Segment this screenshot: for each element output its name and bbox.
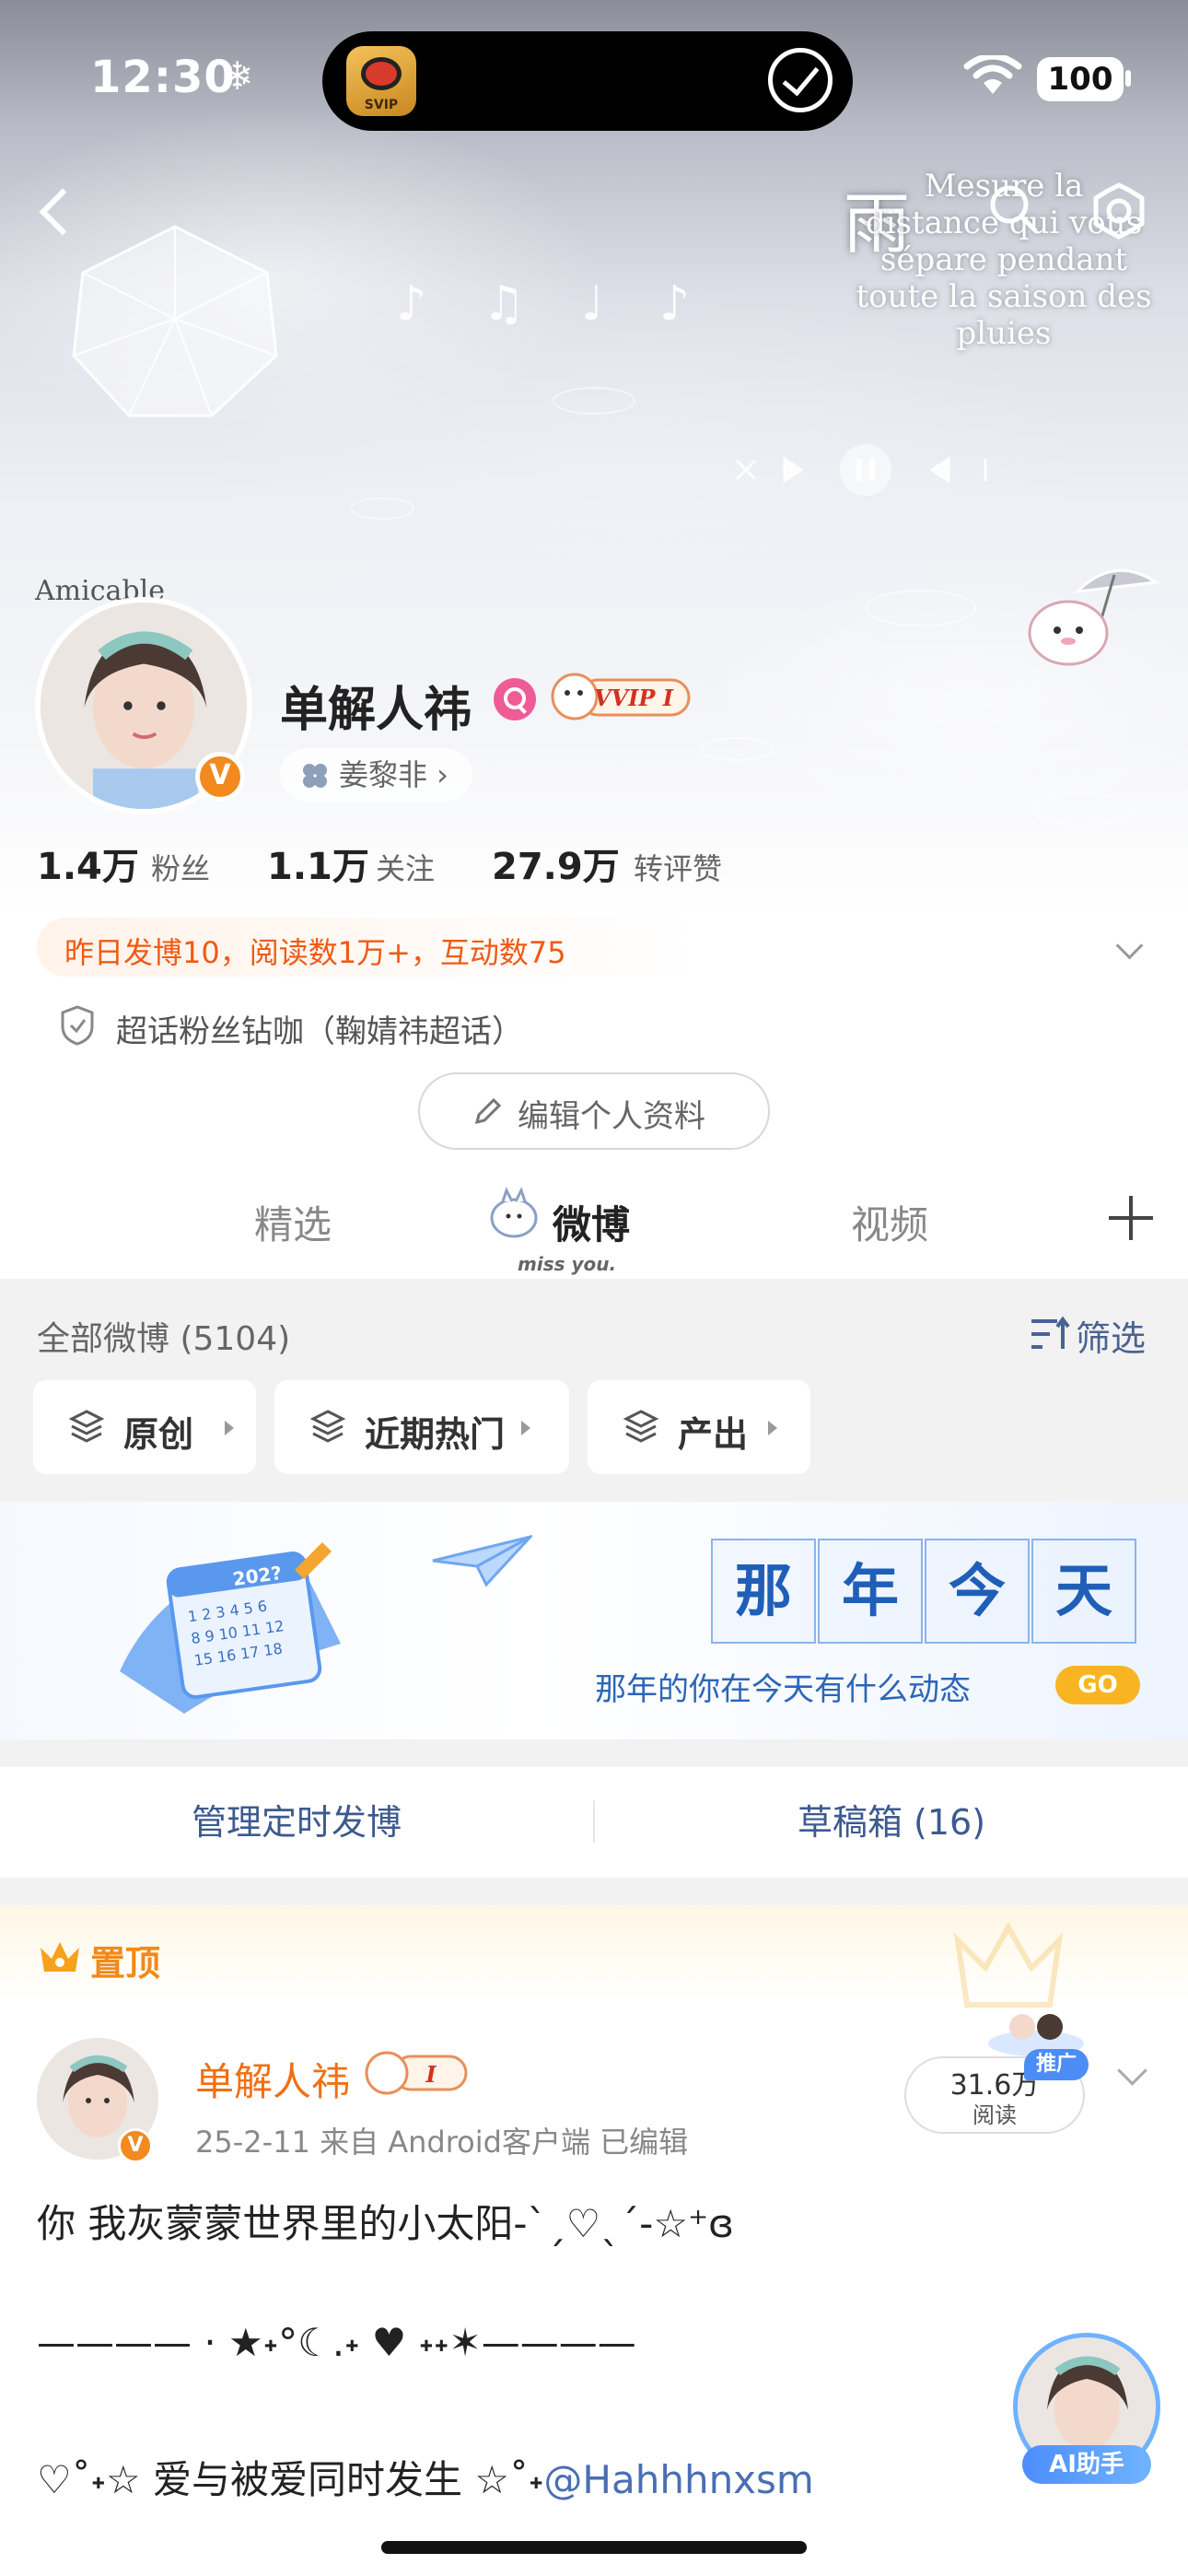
back-button[interactable] bbox=[26, 184, 81, 240]
post-text-line: ———— · ★˖°☾.˖ ♥ ˖˖✶———— bbox=[37, 2320, 636, 2365]
chip-original[interactable]: 原创 bbox=[33, 1380, 256, 1474]
chip-label: 产出 bbox=[678, 1414, 749, 1455]
gear-icon[interactable] bbox=[1089, 181, 1149, 241]
ai-assistant-label[interactable]: AI助手 bbox=[1022, 2445, 1151, 2484]
read-label: 阅读 bbox=[973, 2102, 1017, 2128]
home-indicator[interactable] bbox=[381, 2541, 807, 2554]
post-text-line: ♡˚˖☆ 爱与被爱同时发生 ☆˚˖@Hahhhnxsm bbox=[37, 2449, 814, 2505]
lyric-line: toute la saison des bbox=[856, 278, 1152, 315]
manage-scheduled-posts-button[interactable]: 管理定时发博 bbox=[0, 1767, 593, 1878]
chaohua-rank[interactable]: 超话粉丝钻咖（鞠婧祎超话） bbox=[116, 1006, 523, 1051]
rain-ripple bbox=[700, 737, 774, 761]
chip-label: 近期热门 bbox=[365, 1414, 506, 1455]
music-controls[interactable] bbox=[728, 442, 1004, 498]
layers-icon bbox=[68, 1410, 105, 1443]
rain-ripple bbox=[350, 498, 414, 520]
fans-label[interactable]: 粉丝 bbox=[151, 846, 210, 888]
section-gap bbox=[0, 1878, 1188, 1905]
calendar-icon: 202? 1 2 3 4 5 6 8 9 10 11 12 15 16 17 1… bbox=[120, 1542, 341, 1714]
music-notes-art: ♪ ♫ ♩ ♪ bbox=[396, 276, 711, 332]
lyric-line: pluies bbox=[956, 315, 1052, 352]
status-time: 12:30 bbox=[90, 52, 236, 103]
next-icon bbox=[929, 456, 950, 484]
tab-featured[interactable]: 精选 bbox=[254, 1194, 332, 1250]
banner-char: 天 bbox=[1031, 1539, 1136, 1644]
lyric-line: sépare pendant bbox=[879, 241, 1128, 278]
check-circle-icon bbox=[768, 48, 833, 112]
umbrella-art bbox=[72, 225, 278, 417]
following-label[interactable]: 关注 bbox=[376, 846, 435, 888]
profile-username: 单解人祎 bbox=[280, 683, 472, 738]
banner-subtitle: 那年的你在今天有什么动态 bbox=[595, 1671, 971, 1708]
banner-go-button[interactable]: GO bbox=[1055, 1666, 1140, 1704]
activity-summary-text: 昨日发博10，阅读数1万+，互动数75 bbox=[64, 935, 566, 970]
cat-umbrella-sticker bbox=[1028, 568, 1160, 666]
caret-right-icon bbox=[768, 1421, 777, 1435]
mention-link[interactable]: @Hahhhnxsm bbox=[543, 2457, 813, 2502]
search-icon[interactable] bbox=[985, 181, 1041, 236]
crown-icon bbox=[41, 1942, 79, 1972]
pencil-icon bbox=[474, 1097, 502, 1125]
svg-text:VVIP I: VVIP I bbox=[594, 685, 674, 711]
chevron-down-icon[interactable] bbox=[1118, 2060, 1147, 2090]
banner-char: 年 bbox=[818, 1539, 923, 1644]
shield-icon bbox=[61, 1005, 94, 1046]
interactions-count[interactable]: 27.9万 bbox=[492, 837, 620, 890]
chevron-down-icon[interactable] bbox=[1118, 936, 1142, 960]
search-badge-icon[interactable] bbox=[494, 678, 536, 720]
pinned-label: 置顶 bbox=[90, 1943, 161, 1984]
rain-ripple bbox=[1031, 792, 1133, 825]
filter-button[interactable]: 筛选 bbox=[1076, 1310, 1146, 1359]
all-weibo-count: 全部微博 (5104) bbox=[37, 1320, 291, 1358]
crown-watermark-icon bbox=[953, 1922, 1064, 2008]
vip-badge[interactable]: I bbox=[363, 2049, 470, 2097]
chip-output[interactable]: 产出 bbox=[588, 1380, 810, 1474]
banner-char: 今 bbox=[925, 1539, 1030, 1644]
shuffle-icon bbox=[735, 459, 757, 481]
battery-indicator: 100 bbox=[1037, 57, 1124, 101]
mascot-icon bbox=[490, 1187, 538, 1238]
verified-badge: V bbox=[195, 752, 245, 802]
svg-text:I: I bbox=[425, 2061, 437, 2088]
caret-right-icon bbox=[521, 1421, 530, 1435]
weibo-app-icon: SVIP bbox=[346, 46, 416, 116]
interactions-label[interactable]: 转评赞 bbox=[634, 846, 722, 888]
section-gap bbox=[0, 1739, 1188, 1767]
edit-profile-label: 编辑个人资料 bbox=[518, 1098, 705, 1135]
wifi-icon bbox=[963, 55, 1022, 94]
filter-icon[interactable] bbox=[1030, 1316, 1072, 1352]
fans-count[interactable]: 1.4万 bbox=[37, 837, 139, 890]
tab-mascot-caption: miss you. bbox=[518, 1253, 617, 1275]
clover-icon bbox=[303, 764, 327, 788]
layers-icon bbox=[309, 1410, 346, 1443]
weibo-logo-icon bbox=[361, 57, 402, 90]
following-count[interactable]: 1.1万 bbox=[267, 837, 369, 890]
promote-tag[interactable]: 推广 bbox=[1024, 2049, 1089, 2080]
post-meta: 25-2-11 来自 Android客户端 已编辑 bbox=[195, 2125, 689, 2160]
add-tab-icon[interactable] bbox=[1109, 1196, 1153, 1240]
post-text: ♡˚˖☆ 爱与被爱同时发生 ☆˚˖ bbox=[37, 2457, 544, 2502]
rain-ripple bbox=[553, 387, 635, 415]
verified-badge: V bbox=[118, 2128, 153, 2163]
layers-icon bbox=[623, 1410, 659, 1443]
drafts-button[interactable]: 草稿箱 (16) bbox=[595, 1767, 1188, 1878]
post-author-name[interactable]: 单解人祎 bbox=[195, 2051, 350, 2107]
tab-weibo[interactable]: 微博 bbox=[553, 1194, 630, 1250]
chip-label: 原创 bbox=[123, 1414, 194, 1455]
paper-plane-icon bbox=[432, 1534, 532, 1587]
post-text-line: 你 我灰蒙蒙世界里的小太阳-`ˏ♡ˎ´-☆⁺ɞ bbox=[37, 2201, 735, 2246]
svip-label: SVIP bbox=[364, 98, 399, 112]
snowflake-icon: ❄ bbox=[221, 53, 254, 99]
chip-recent-hot[interactable]: 近期热门 bbox=[274, 1380, 569, 1474]
tab-video[interactable]: 视频 bbox=[851, 1194, 928, 1250]
rain-ripple bbox=[866, 590, 976, 626]
vvip-badge[interactable]: VVIP I bbox=[549, 671, 693, 722]
banner-char: 那 bbox=[711, 1539, 816, 1644]
pause-button bbox=[840, 444, 891, 496]
caret-right-icon bbox=[225, 1421, 234, 1435]
previous-icon bbox=[783, 456, 804, 484]
battery-tip bbox=[1125, 70, 1131, 87]
